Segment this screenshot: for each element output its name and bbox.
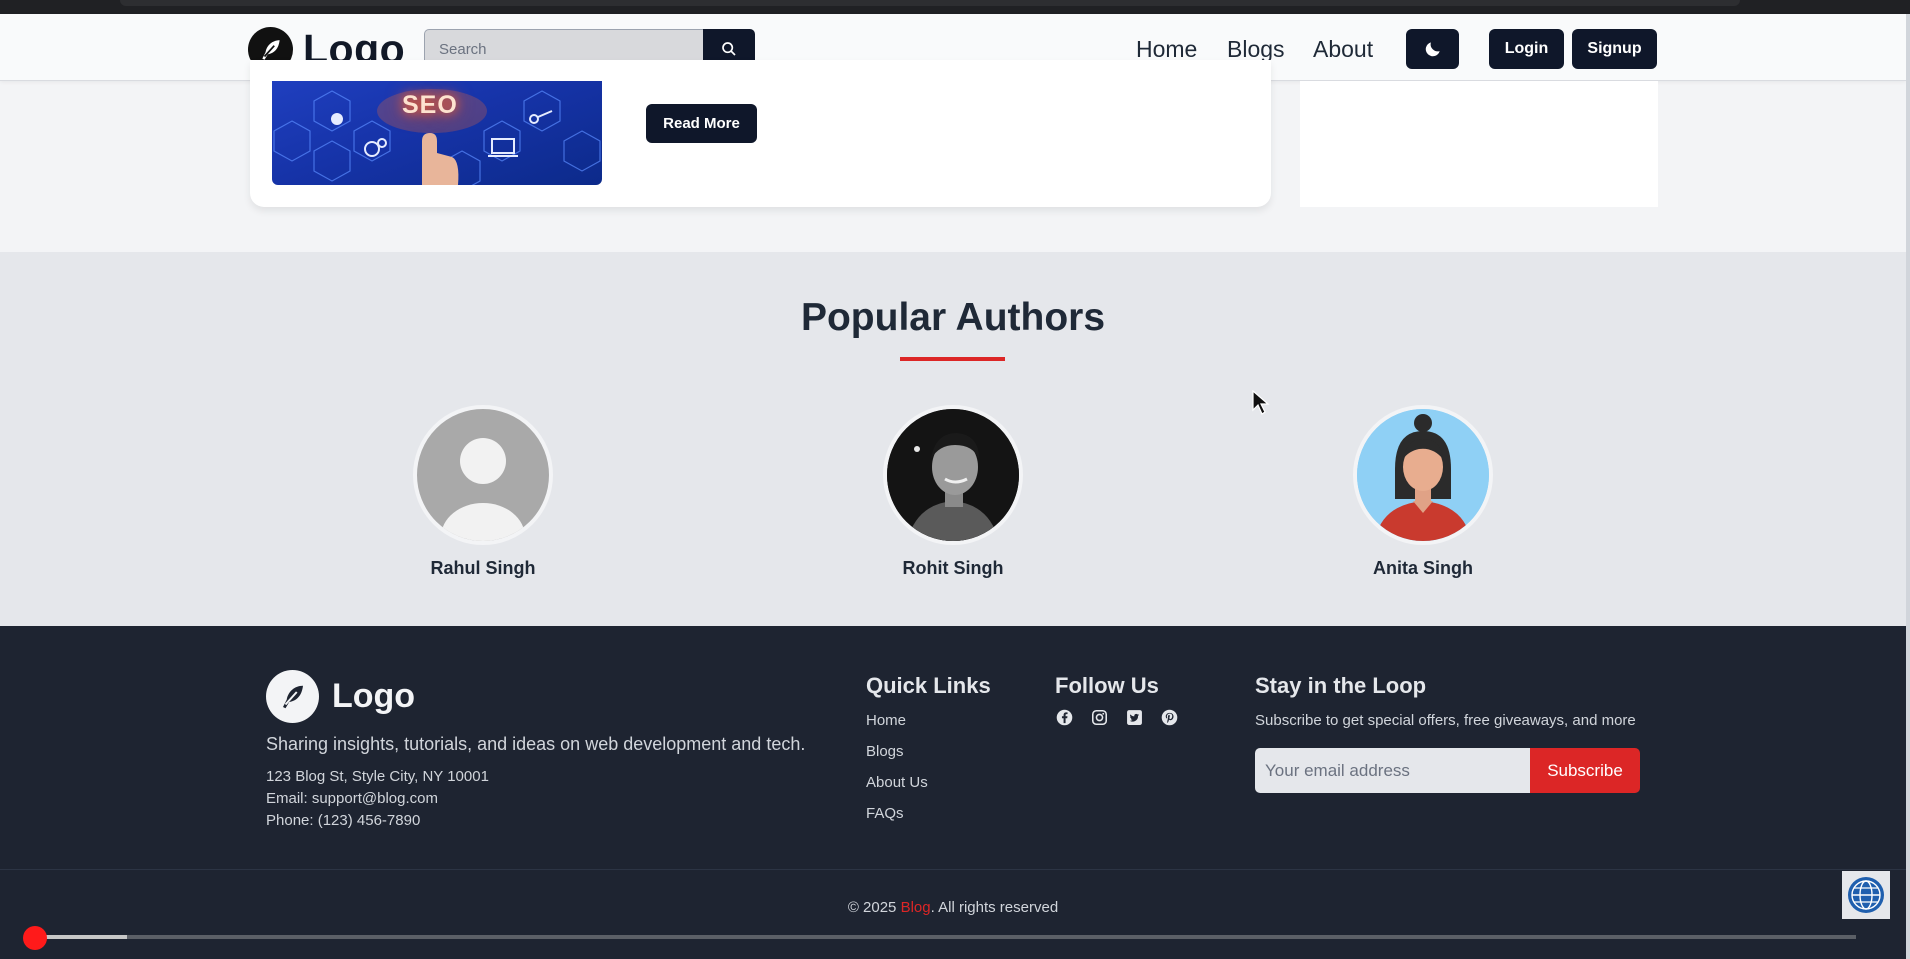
subscribe-button[interactable]: Subscribe bbox=[1530, 748, 1640, 793]
nav-link-home[interactable]: Home bbox=[1136, 36, 1197, 63]
author-avatar[interactable] bbox=[883, 405, 1023, 545]
footer-divider bbox=[0, 869, 1906, 870]
author-avatar[interactable] bbox=[1353, 405, 1493, 545]
dark-mode-toggle[interactable] bbox=[1406, 29, 1459, 69]
author-name[interactable]: Rahul Singh bbox=[363, 558, 603, 579]
moon-icon bbox=[1425, 42, 1440, 57]
copyright-suffix: . All rights reserved bbox=[930, 899, 1059, 916]
video-progress-track[interactable] bbox=[36, 935, 1856, 939]
mouse-cursor-icon bbox=[1252, 390, 1270, 415]
copyright: © 2025 Blog. All rights reserved bbox=[0, 899, 1906, 916]
newsletter-heading: Stay in the Loop bbox=[1255, 673, 1427, 698]
search-icon bbox=[722, 42, 736, 56]
title-underline bbox=[900, 357, 1005, 361]
section-title: Popular Authors bbox=[800, 296, 1106, 339]
female-avatar-icon bbox=[1357, 409, 1489, 541]
footer-link-about-us[interactable]: About Us bbox=[866, 774, 928, 791]
footer-link-home[interactable]: Home bbox=[866, 712, 906, 729]
footer-email: Email: support@blog.com bbox=[266, 790, 438, 807]
author-name[interactable]: Rohit Singh bbox=[833, 558, 1073, 579]
newsletter-text: Subscribe to get special offers, free gi… bbox=[1255, 712, 1636, 729]
email-input[interactable] bbox=[1255, 748, 1530, 793]
footer-phone: Phone: (123) 456-7890 bbox=[266, 812, 421, 829]
feather-icon bbox=[266, 670, 319, 723]
follow-us-heading: Follow Us bbox=[1055, 673, 1159, 698]
nav-link-blogs[interactable]: Blogs bbox=[1227, 36, 1285, 63]
post-image-text: SEO bbox=[402, 91, 458, 119]
post-image: SEO bbox=[272, 81, 602, 185]
footer-logo-text: Logo bbox=[332, 677, 416, 715]
author-photo bbox=[887, 409, 1019, 541]
author-avatar[interactable] bbox=[413, 405, 553, 545]
facebook-icon[interactable] bbox=[1054, 707, 1074, 727]
sidebar-card bbox=[1300, 81, 1658, 207]
page-scrollbar[interactable] bbox=[1906, 14, 1910, 959]
copyright-brand[interactable]: Blog bbox=[901, 899, 931, 916]
read-more-button[interactable]: Read More bbox=[646, 104, 757, 143]
nav-link-about[interactable]: About bbox=[1313, 36, 1373, 63]
video-progress-knob[interactable] bbox=[23, 926, 47, 950]
footer-address: 123 Blog St, Style City, NY 10001 bbox=[266, 768, 489, 785]
video-progress-fill bbox=[36, 935, 127, 939]
footer-link-blogs[interactable]: Blogs bbox=[866, 743, 904, 760]
browser-top-strip bbox=[0, 0, 1910, 14]
pinterest-icon[interactable] bbox=[1159, 707, 1179, 727]
signup-button[interactable]: Signup bbox=[1572, 29, 1657, 69]
quick-links-heading: Quick Links bbox=[866, 673, 991, 698]
instagram-icon[interactable] bbox=[1089, 707, 1109, 727]
footer-link-faqs[interactable]: FAQs bbox=[866, 805, 904, 822]
author-name[interactable]: Anita Singh bbox=[1303, 558, 1543, 579]
browser-tab-bar bbox=[120, 0, 1740, 6]
login-button[interactable]: Login bbox=[1489, 29, 1564, 69]
default-user-icon bbox=[441, 438, 525, 541]
footer-tagline: Sharing insights, tutorials, and ideas o… bbox=[266, 734, 806, 754]
globe-icon[interactable] bbox=[1842, 871, 1890, 919]
footer-logo[interactable]: Logo bbox=[266, 670, 415, 723]
twitter-icon[interactable] bbox=[1124, 707, 1144, 727]
copyright-prefix: © 2025 bbox=[847, 899, 901, 916]
